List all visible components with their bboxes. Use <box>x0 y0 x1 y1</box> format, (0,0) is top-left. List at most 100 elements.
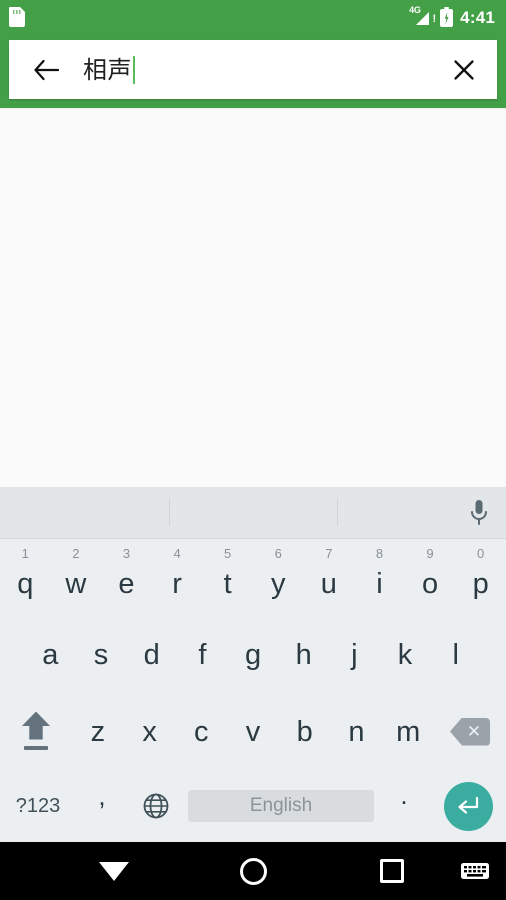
navigation-bar <box>0 842 506 900</box>
search-bar[interactable]: 相声 <box>9 40 497 99</box>
key-hint: 8 <box>375 546 384 561</box>
key-hint: 7 <box>325 546 333 561</box>
key-hint: 5 <box>224 546 232 561</box>
keyboard-icon[interactable] <box>458 854 492 888</box>
key-hint: 4 <box>173 546 181 561</box>
key-t[interactable]: 5 t <box>202 539 253 616</box>
key-label: e <box>118 567 135 600</box>
key-label: h <box>295 638 312 671</box>
key-i[interactable]: 8 i <box>354 539 405 616</box>
close-icon[interactable] <box>447 53 481 87</box>
status-bar-right: 4G ! 4:41 <box>409 6 495 27</box>
enter-key[interactable] <box>430 781 506 831</box>
suggestion-slot-2[interactable] <box>168 487 338 538</box>
key-label: c <box>194 715 209 748</box>
key-m[interactable]: m <box>382 693 434 770</box>
key-k[interactable]: k <box>380 616 431 693</box>
key-n[interactable]: n <box>331 693 383 770</box>
key-u[interactable]: 7 u <box>304 539 355 616</box>
key-c[interactable]: c <box>175 693 227 770</box>
key-label: g <box>244 638 262 671</box>
signal-alert-label: ! <box>432 13 437 25</box>
keyboard-row-1: 1 q 2 w 3 e 4 r 5 t 6 y 7 u 8 i 9 o 0 p <box>0 539 506 616</box>
status-bar: 4G ! 4:41 <box>0 0 506 34</box>
key-label: f <box>198 638 207 671</box>
search-results-area <box>0 108 506 487</box>
key-w[interactable]: 2 w <box>51 539 102 616</box>
key-s[interactable]: s <box>76 616 127 693</box>
keyboard-dismiss-triangle-icon[interactable] <box>94 851 134 891</box>
key-b[interactable]: b <box>279 693 331 770</box>
symbols-key-label: ?123 <box>15 794 61 817</box>
home-circle-icon[interactable] <box>233 851 273 891</box>
key-label: o <box>421 567 439 600</box>
key-label: a <box>42 638 59 671</box>
key-d[interactable]: d <box>126 616 177 693</box>
key-h[interactable]: h <box>278 616 329 693</box>
key-l[interactable]: l <box>430 616 481 693</box>
key-label: b <box>296 715 313 748</box>
key-label: . <box>400 780 408 810</box>
key-hint: 6 <box>274 546 282 561</box>
back-arrow-icon[interactable] <box>31 55 61 85</box>
key-label: i <box>376 567 383 600</box>
key-a[interactable]: a <box>25 616 76 693</box>
keyboard-row-3: z x c v b n m ✕ <box>0 693 506 770</box>
on-screen-keyboard: 1 q 2 w 3 e 4 r 5 t 6 y 7 u 8 i 9 o 0 p … <box>0 487 506 842</box>
spacebar-label: English <box>249 795 313 816</box>
globe-icon[interactable] <box>128 791 184 821</box>
key-label: m <box>396 715 421 748</box>
key-label: q <box>17 567 34 600</box>
key-period[interactable]: . <box>378 780 430 822</box>
keyboard-row-4: ?123 , English . <box>0 770 506 842</box>
key-p[interactable]: 0 p <box>455 539 506 616</box>
key-label: v <box>245 715 261 748</box>
signal-icon: 4G ! <box>409 6 437 27</box>
key-e[interactable]: 3 e <box>101 539 152 616</box>
key-label: j <box>351 638 358 671</box>
key-q[interactable]: 1 q <box>0 539 51 616</box>
battery-charging-icon <box>440 7 454 27</box>
key-y[interactable]: 6 y <box>253 539 304 616</box>
key-z[interactable]: z <box>72 693 124 770</box>
key-label: k <box>397 638 413 671</box>
suggestion-strip <box>0 487 506 539</box>
enter-return-icon <box>443 781 493 831</box>
key-label: y <box>271 567 286 600</box>
key-label: r <box>172 567 182 600</box>
key-r[interactable]: 4 r <box>152 539 203 616</box>
key-label: l <box>452 638 459 671</box>
key-g[interactable]: g <box>228 616 279 693</box>
shift-icon[interactable] <box>0 693 72 770</box>
status-bar-left <box>9 7 25 27</box>
key-hint: 1 <box>21 546 29 561</box>
app-bar: 相声 <box>0 34 506 108</box>
key-hint: 9 <box>426 546 434 561</box>
key-hint: 2 <box>72 546 80 561</box>
key-v[interactable]: v <box>227 693 279 770</box>
key-label: t <box>223 567 232 600</box>
key-label: , <box>98 781 106 811</box>
key-hint: 0 <box>477 546 485 561</box>
keyboard-row-2: a s d f g h j k l <box>0 616 506 693</box>
spacebar[interactable]: English <box>184 790 378 822</box>
key-comma[interactable]: , <box>76 781 128 823</box>
recents-square-icon[interactable] <box>372 851 412 891</box>
key-j[interactable]: j <box>329 616 380 693</box>
key-o[interactable]: 9 o <box>405 539 456 616</box>
key-label: u <box>320 567 337 600</box>
keyboard-row-3-letters: z x c v b n m <box>72 693 434 770</box>
microphone-icon[interactable] <box>461 495 497 531</box>
key-f[interactable]: f <box>177 616 228 693</box>
key-label: x <box>142 715 157 748</box>
key-label: s <box>93 638 109 671</box>
sd-card-icon <box>9 7 25 27</box>
suggestion-slot-1[interactable] <box>0 487 169 538</box>
status-bar-clock: 4:41 <box>460 7 495 27</box>
backspace-icon[interactable]: ✕ <box>434 693 506 770</box>
search-input-value: 相声 <box>83 55 132 84</box>
search-input[interactable]: 相声 <box>83 50 447 90</box>
key-label: d <box>143 638 160 671</box>
symbols-key[interactable]: ?123 <box>0 795 76 818</box>
key-x[interactable]: x <box>124 693 176 770</box>
